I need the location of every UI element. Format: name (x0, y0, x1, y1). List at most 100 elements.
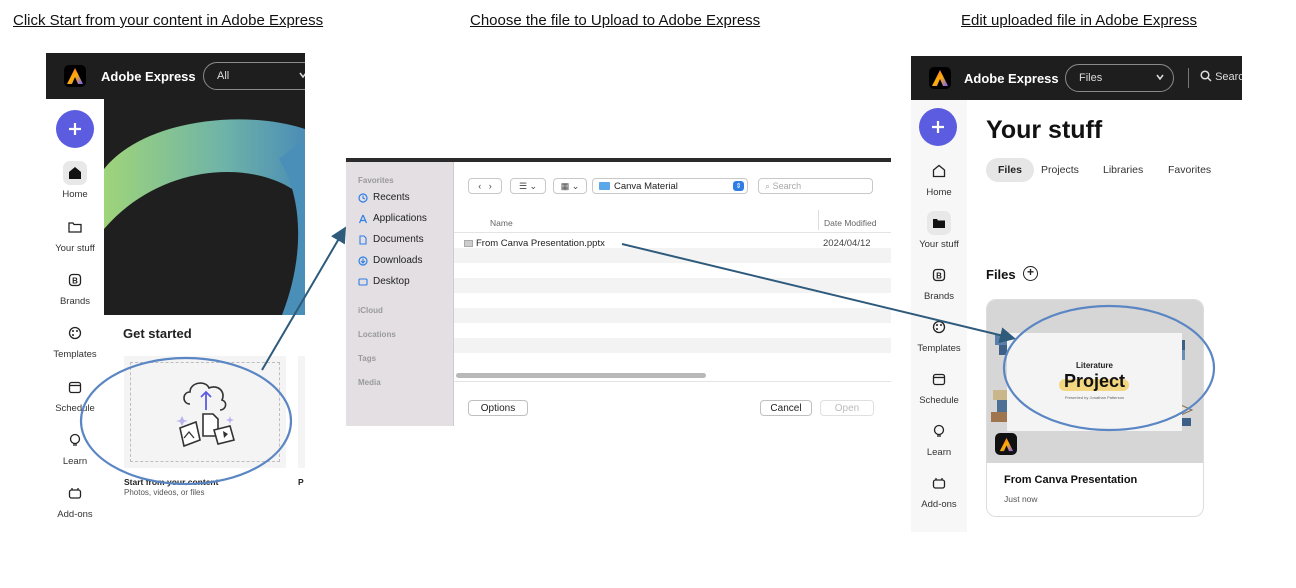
start-card-title: Start from your content (124, 477, 219, 487)
empty-row (454, 323, 891, 338)
tab-projects[interactable]: Projects (1041, 158, 1079, 182)
next-card[interactable] (298, 356, 305, 468)
upload-content-icon (176, 382, 235, 448)
grid-view-button[interactable]: ▦ ⌄ (553, 178, 587, 194)
calendar-icon (927, 367, 951, 391)
rail-item-templates[interactable]: Templates (46, 321, 104, 360)
download-icon (358, 255, 368, 266)
rail-item-brands[interactable]: B Brands (911, 263, 968, 302)
sidebar-item-applications[interactable]: Applications (358, 213, 427, 224)
rail-label: Schedule (919, 395, 959, 406)
rail-item-home[interactable]: Home (911, 159, 968, 198)
rail-item-your-stuff[interactable]: Your stuff (911, 211, 968, 250)
sidebar-heading: Locations (358, 330, 396, 339)
rail-item-brands[interactable]: B Brands (46, 268, 104, 307)
rail-item-learn[interactable]: Learn (911, 419, 968, 458)
step2-caption: Choose the file to Upload to Adobe Expre… (470, 12, 761, 29)
sidebar-item-documents[interactable]: Documents (358, 234, 424, 245)
back-forward-buttons[interactable]: ‹ › (468, 178, 502, 194)
open-button[interactable]: Open (820, 400, 874, 416)
folder-icon (599, 182, 610, 190)
sidebar-item-desktop[interactable]: Desktop (358, 276, 410, 287)
search-input[interactable]: ⌕ Search (758, 178, 873, 194)
slide-line-3: Presented by Jonathan Patterson (1064, 395, 1125, 400)
sidebar-heading: Tags (358, 354, 377, 363)
rail-label: Home (62, 189, 88, 200)
palette-icon (927, 315, 951, 339)
search-icon (1200, 70, 1212, 82)
search-scope-dropdown[interactable]: Files (1065, 64, 1174, 92)
sidebar-item-downloads[interactable]: Downloads (358, 255, 422, 266)
column-header-name[interactable]: Name (490, 218, 513, 228)
create-new-button[interactable] (919, 108, 957, 146)
top-bar: Adobe Express All (46, 53, 305, 99)
tab-libraries[interactable]: Libraries (1103, 158, 1143, 182)
rail-item-schedule[interactable]: Schedule (46, 375, 104, 414)
sidebar-label: Downloads (373, 255, 423, 266)
footer-divider (454, 381, 891, 382)
column-header-date[interactable]: Date Modified (824, 218, 876, 228)
sidebar-label: Recents (373, 192, 410, 203)
divider (1188, 68, 1189, 88)
svg-text:B: B (72, 277, 78, 286)
project-thumbnail: Literature Project Presented by Jonathan… (987, 300, 1203, 463)
rail-label: Learn (62, 456, 88, 467)
empty-row (454, 308, 891, 323)
folder-select[interactable]: Canva Material ⇕ (592, 178, 748, 194)
rail-item-add-ons[interactable]: Add-ons (46, 481, 104, 520)
adobe-express-logo-icon[interactable] (64, 65, 86, 87)
app-title: Adobe Express (964, 71, 1059, 86)
sidebar-item-recents[interactable]: Recents (358, 192, 410, 203)
file-name[interactable]: From Canva Presentation.pptx (476, 238, 605, 249)
your-stuff-screenshot: Adobe Express Files Searc Home Your stuf… (911, 56, 1242, 532)
empty-row (454, 248, 891, 263)
list-view-icon: ☰ ⌄ (518, 180, 538, 191)
tab-files[interactable]: Files (986, 158, 1034, 182)
sidebar-label: Desktop (373, 276, 410, 287)
add-ons-icon (927, 471, 951, 495)
cancel-button[interactable]: Cancel (760, 400, 812, 416)
tab-favorites[interactable]: Favorites (1168, 158, 1211, 182)
forward-icon[interactable]: › (489, 181, 492, 191)
rail-item-learn[interactable]: Learn (46, 428, 104, 467)
rail-item-templates[interactable]: Templates (911, 315, 968, 354)
list-view-button[interactable]: ☰ ⌄ (510, 178, 546, 194)
project-card[interactable]: Literature Project Presented by Jonathan… (986, 299, 1204, 517)
home-icon (927, 159, 951, 183)
add-file-button[interactable]: + (1023, 266, 1038, 281)
sidebar-label: Documents (373, 234, 424, 245)
search-placeholder: Search (772, 181, 802, 191)
horizontal-scrollbar[interactable] (456, 373, 706, 378)
desktop-icon (358, 277, 368, 287)
file-date: 2024/04/12 (823, 238, 871, 249)
top-bar: Adobe Express Files Searc (911, 56, 1242, 100)
start-from-content-card[interactable] (124, 356, 286, 468)
rail-item-home[interactable]: Home (46, 161, 104, 200)
search-input[interactable]: Searc (1200, 70, 1242, 83)
hero-banner (104, 99, 305, 315)
create-new-button[interactable] (56, 110, 94, 148)
pptx-file-icon (464, 240, 473, 247)
chevron-down-icon (1155, 72, 1165, 85)
step1-caption: Click Start from your content in Adobe E… (13, 12, 324, 29)
rail-label: Brands (923, 291, 955, 302)
sidebar-heading: Favorites (358, 176, 394, 185)
adobe-express-logo-icon[interactable] (929, 67, 951, 89)
rail-item-your-stuff[interactable]: Your stuff (46, 215, 104, 254)
back-icon[interactable]: ‹ (478, 181, 481, 191)
search-scope-dropdown[interactable]: All (203, 62, 305, 90)
rail-item-schedule[interactable]: Schedule (911, 367, 968, 406)
step3-caption: Edit uploaded file in Adobe Express (961, 12, 1197, 29)
start-card-subtitle: Photos, videos, or files (124, 488, 205, 497)
rail-item-add-ons[interactable]: Add-ons (911, 471, 968, 510)
applications-icon (358, 214, 368, 224)
sidebar-heading: Media (358, 378, 381, 387)
rail-label: Learn (926, 447, 952, 458)
folder-name: Canva Material (614, 181, 678, 192)
sidebar-heading: iCloud (358, 306, 383, 315)
slide-preview: Literature Project Presented by Jonathan… (1007, 333, 1182, 431)
options-button[interactable]: Options (468, 400, 528, 416)
rail-label: Brands (59, 296, 91, 307)
lightbulb-icon (63, 428, 87, 452)
adobe-express-badge-icon (995, 433, 1017, 455)
